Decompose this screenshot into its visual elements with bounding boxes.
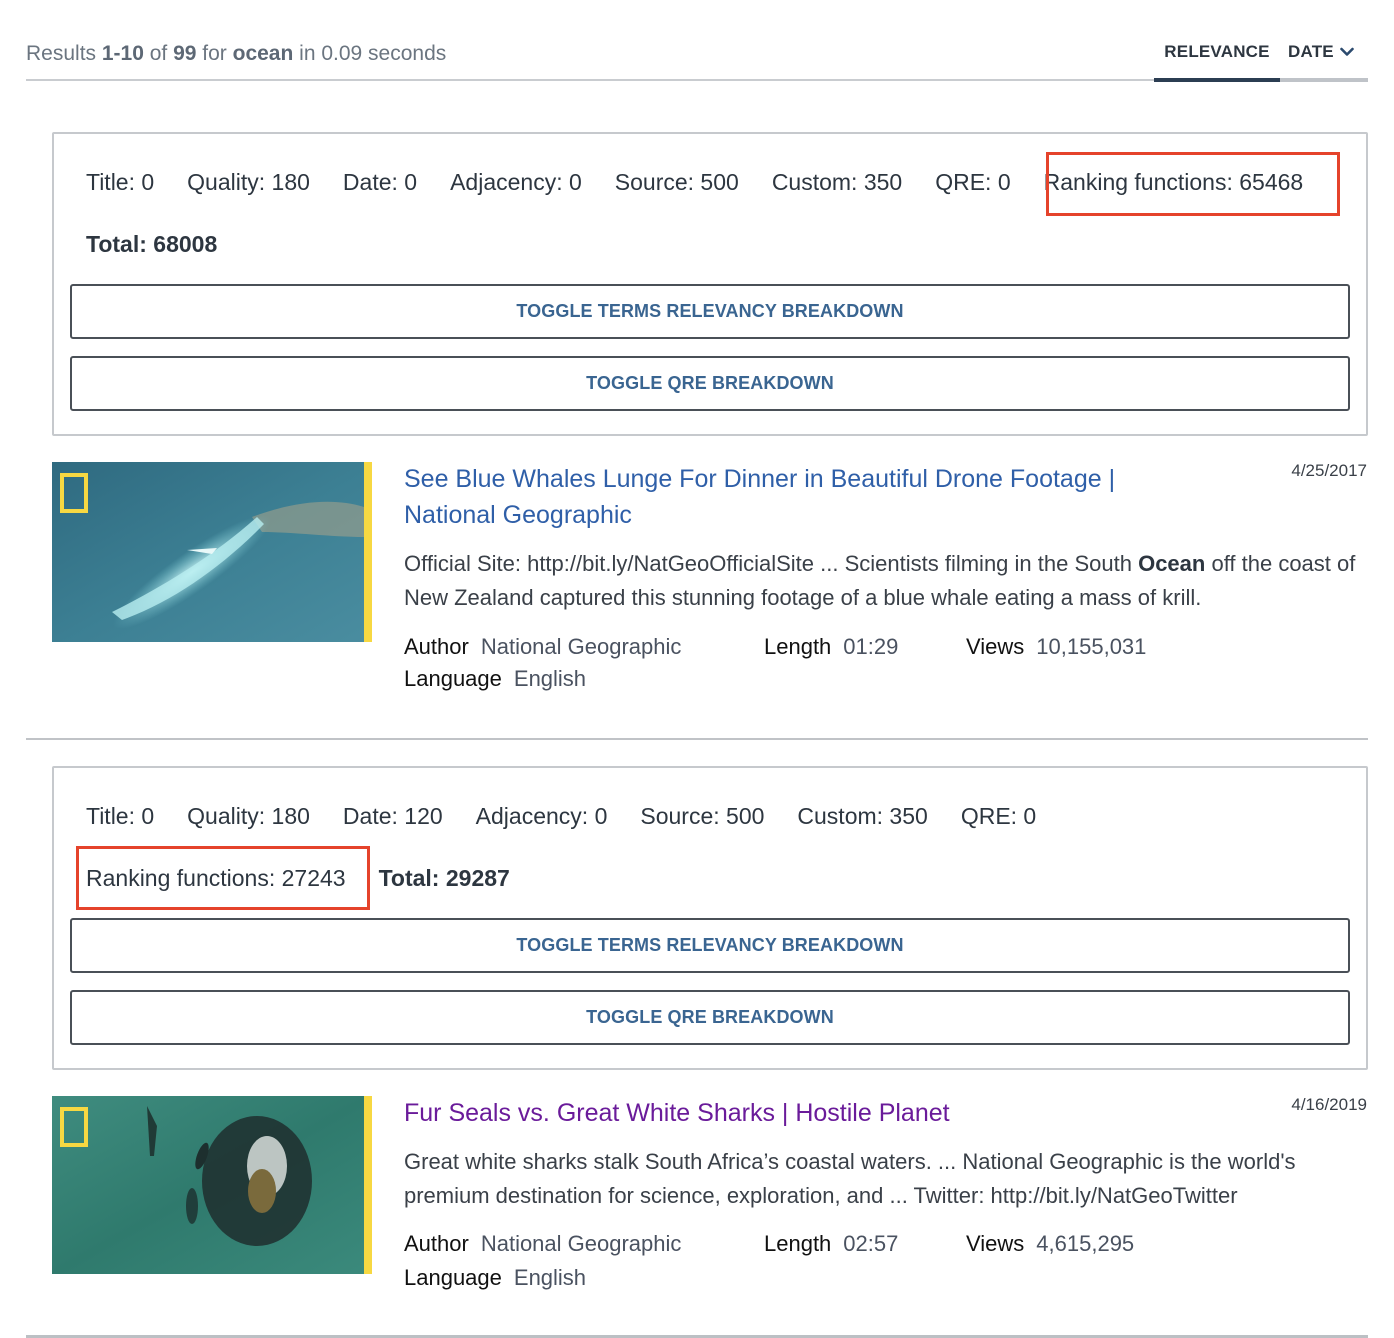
meta-label: Views [966,1231,1025,1256]
meta-value: National Geographic [480,1231,682,1256]
score-source: Source: 500 [614,169,739,195]
toggle-terms-relevancy-button[interactable]: TOGGLE TERMS RELEVANCY BREAKDOWN [70,918,1350,973]
sort-tab-date[interactable]: DATE [1280,42,1368,62]
meta-length: Length 02:57 [764,1227,966,1261]
score-adjacency: Adjacency: 0 [475,803,608,829]
relevance-breakdown-box: Title: 0 Quality: 180 Date: 120 Adjacenc… [52,766,1368,1070]
result-meta: Author National Geographic Length 01:29 View… [404,631,1146,695]
result-description: Official Site: http://bit.ly/NatGeoOffic… [404,547,1364,615]
description-highlight: Ocean [1138,551,1206,576]
relevance-breakdown-box: Title: 0 Quality: 180 Date: 0 Adjacency:… [52,132,1368,436]
summary-total: 99 [173,42,197,65]
result-description: Great white sharks stalk South Africa’s … [404,1145,1364,1213]
active-tab-indicator [1154,78,1280,82]
meta-author: Author National Geographic [404,1227,764,1261]
toggle-qre-button[interactable]: TOGGLE QRE BREAKDOWN [70,356,1350,411]
sort-tab-relevance[interactable]: RELEVANCE [1154,42,1280,62]
description-text: Great white sharks stalk South Africa’s … [404,1149,1296,1208]
result-thumbnail[interactable] [52,1096,372,1274]
description-text: Official Site: http://bit.ly/NatGeoOffic… [404,551,1139,576]
meta-label: Length [764,1231,832,1256]
results-summary: Results 1-10 of 99 for ocean in 0.09 sec… [26,42,446,66]
meta-value: 02:57 [843,1231,899,1256]
meta-value: 4,615,295 [1036,1231,1135,1256]
natgeo-logo-icon [60,1107,88,1147]
result-thumbnail[interactable] [52,462,372,642]
summary-of: of [143,42,174,65]
thumbnail-accent-bar [364,1096,372,1274]
score-adjacency: Adjacency: 0 [450,169,582,195]
score-quality: Quality: 180 [187,169,310,195]
meta-label: Author [404,1231,469,1256]
highlight-box [76,846,370,910]
thumbnail-accent-bar [364,462,372,642]
score-qre: QRE: 0 [935,169,1011,195]
tab-underline [1280,78,1368,82]
meta-length: Length 01:29 [764,631,966,663]
meta-views: Views 4,615,295 [966,1227,1134,1261]
blue-whale-image [52,462,372,642]
sort-tab-date-label: DATE [1288,42,1334,61]
meta-label: Views [966,634,1025,659]
result-date: 4/25/2017 [1291,461,1367,480]
summary-for: for [196,42,233,65]
score-total: Total: 29287 [378,865,510,891]
result-divider [26,738,1368,740]
summary-query: ocean [232,42,294,65]
score-source: Source: 500 [640,803,765,829]
result-title-link[interactable]: Fur Seals vs. Great White Sharks | Hosti… [404,1095,1164,1131]
meta-value: English [513,1265,587,1290]
meta-label: Language [404,1265,502,1290]
meta-language: Language English [404,1261,586,1295]
score-qre: QRE: 0 [960,803,1037,829]
sort-tabs: RELEVANCE DATE [1154,42,1368,62]
meta-author: Author National Geographic [404,631,764,663]
summary-range: 1-10 [101,42,144,65]
meta-label: Language [404,666,502,691]
highlight-box [1046,152,1340,216]
chevron-down-icon [1340,47,1354,56]
score-custom: Custom: 350 [797,803,928,829]
meta-value: National Geographic [480,634,682,659]
score-quality: Quality: 180 [187,803,310,829]
meta-value: 10,155,031 [1036,634,1147,659]
score-title: Title: 0 [86,169,155,195]
score-row: Title: 0 Quality: 180 Date: 120 Adjacenc… [86,803,1069,830]
result-title-link[interactable]: See Blue Whales Lunge For Dinner in Beau… [404,461,1164,533]
meta-label: Author [404,634,469,659]
fur-seals-sharks-image [52,1096,372,1274]
summary-suffix: in 0.09 seconds [293,42,447,65]
score-custom: Custom: 350 [771,169,903,195]
natgeo-logo-icon [60,473,88,513]
summary-prefix: Results [26,42,102,65]
toggle-qre-button[interactable]: TOGGLE QRE BREAKDOWN [70,990,1350,1045]
meta-value: 01:29 [843,634,899,659]
result-date: 4/16/2019 [1291,1095,1367,1114]
score-total: Total: 68008 [86,231,218,257]
meta-value: English [513,666,587,691]
score-date: Date: 0 [342,169,418,195]
meta-label: Length [764,634,832,659]
meta-language: Language English [404,663,586,695]
meta-views: Views 10,155,031 [966,631,1146,663]
score-date: Date: 120 [342,803,443,829]
score-title: Title: 0 [86,803,155,829]
toggle-terms-relevancy-button[interactable]: TOGGLE TERMS RELEVANCY BREAKDOWN [70,284,1350,339]
result-meta: Author National Geographic Length 02:57 View… [404,1227,1134,1295]
